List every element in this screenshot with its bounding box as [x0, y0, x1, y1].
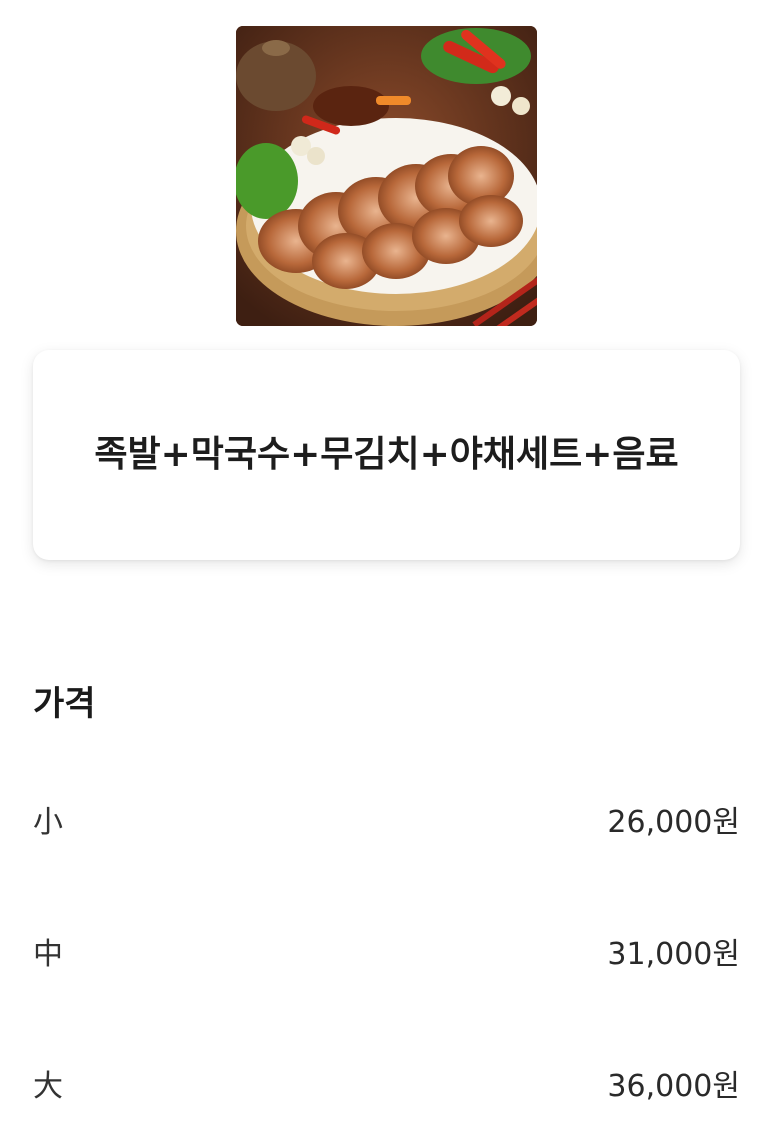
jokbal-plate-image: [236, 26, 537, 326]
menu-item-title: 족발+막국수+무김치+야채세트+음료: [94, 434, 679, 475]
size-label-medium: 中: [33, 937, 63, 972]
price-value-medium: 31,000원: [607, 937, 740, 972]
price-value-small: 26,000원: [607, 805, 740, 840]
size-label-small: 小: [33, 805, 63, 840]
menu-item-title-card: 족발+막국수+무김치+야채세트+음료: [33, 350, 740, 560]
size-label-large: 大: [33, 1069, 63, 1104]
price-section-heading: 가격: [33, 684, 96, 724]
menu-item-photo: [236, 26, 537, 326]
price-option-small[interactable]: 小 26,000원: [33, 795, 740, 843]
price-value-large: 36,000원: [607, 1069, 740, 1104]
price-option-large[interactable]: 大 36,000원: [33, 1059, 740, 1107]
price-option-medium[interactable]: 中 31,000원: [33, 927, 740, 975]
